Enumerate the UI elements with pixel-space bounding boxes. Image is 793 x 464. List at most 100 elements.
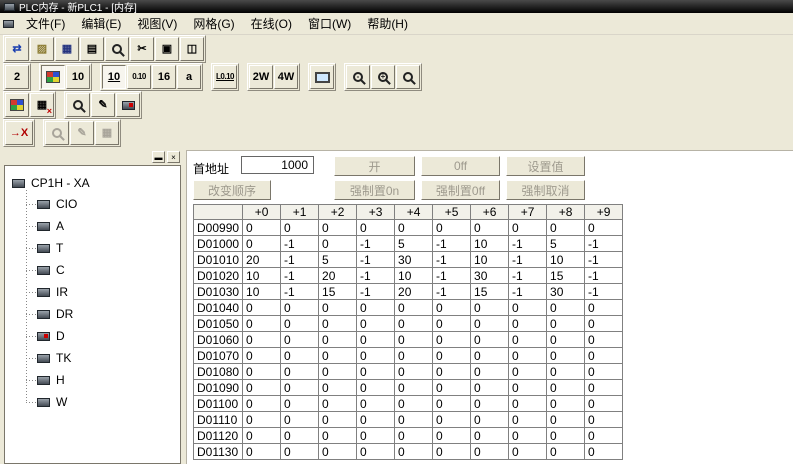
text-display-button[interactable]: a (177, 65, 201, 89)
cell[interactable]: 0 (319, 332, 357, 348)
cell[interactable]: 0 (243, 428, 281, 444)
cell[interactable]: 0 (319, 364, 357, 380)
cell[interactable]: -1 (509, 236, 547, 252)
monitor-grid-button[interactable] (41, 65, 65, 89)
cell[interactable]: 0 (585, 316, 623, 332)
cell[interactable]: -1 (433, 268, 471, 284)
force-on-button[interactable]: 强制置0n (334, 180, 415, 200)
cell[interactable]: 0 (395, 332, 433, 348)
zoom-in-button[interactable]: + (371, 65, 395, 89)
cell[interactable]: 10 (471, 252, 509, 268)
cell[interactable]: 0 (433, 444, 471, 460)
cell[interactable]: 0 (357, 316, 395, 332)
cell[interactable]: 0 (357, 412, 395, 428)
cell[interactable]: 0 (281, 364, 319, 380)
cell[interactable]: 0 (357, 380, 395, 396)
cell[interactable]: 0 (585, 220, 623, 236)
cell[interactable]: 0 (319, 412, 357, 428)
tree-item-d[interactable]: D (21, 325, 178, 347)
cell[interactable]: -1 (281, 252, 319, 268)
cell[interactable]: 10 (395, 268, 433, 284)
zoom-out-button[interactable]: - (346, 65, 370, 89)
cell[interactable]: 0 (585, 412, 623, 428)
cell[interactable]: 0 (433, 380, 471, 396)
cell[interactable]: 0 (509, 412, 547, 428)
cell[interactable]: 0 (547, 332, 585, 348)
menu-window[interactable]: 窗口(W) (300, 12, 359, 35)
menu-online[interactable]: 在线(O) (243, 12, 300, 35)
copy-button[interactable]: ▣ (155, 37, 179, 61)
print-preview-button[interactable] (105, 37, 129, 61)
save-button[interactable]: ▦ (55, 37, 79, 61)
cell[interactable]: 10 (547, 252, 585, 268)
cell[interactable]: 15 (471, 284, 509, 300)
cell[interactable]: 0 (319, 300, 357, 316)
cell[interactable]: 0 (585, 332, 623, 348)
cell[interactable]: 15 (547, 268, 585, 284)
fixed-decimal-button[interactable]: 0.10 (127, 65, 151, 89)
cell[interactable]: 0 (395, 300, 433, 316)
cell[interactable]: 0 (395, 348, 433, 364)
cell[interactable]: 0 (509, 332, 547, 348)
cell[interactable]: 0 (281, 348, 319, 364)
cell[interactable]: 0 (281, 316, 319, 332)
cell[interactable]: 0 (471, 300, 509, 316)
cell[interactable]: 0 (395, 412, 433, 428)
cell[interactable]: -1 (281, 284, 319, 300)
tree-item-ir[interactable]: IR (21, 281, 178, 303)
cell[interactable]: 0 (471, 380, 509, 396)
tree-item-cio[interactable]: CIO (21, 193, 178, 215)
tree-item-dr[interactable]: DR (21, 303, 178, 325)
cell[interactable]: 0 (243, 412, 281, 428)
cell[interactable]: 0 (471, 316, 509, 332)
cell[interactable]: 0 (319, 236, 357, 252)
cell[interactable]: 0 (547, 316, 585, 332)
cell[interactable]: 0 (547, 396, 585, 412)
cell[interactable]: 10 (471, 236, 509, 252)
cell[interactable]: 0 (471, 332, 509, 348)
cell[interactable]: 0 (357, 444, 395, 460)
hex-display-button[interactable]: 16 (152, 65, 176, 89)
cut-button[interactable]: ✂ (130, 37, 154, 61)
on-button[interactable]: 开 (334, 156, 415, 176)
cell[interactable]: 0 (585, 428, 623, 444)
cell[interactable]: 0 (243, 332, 281, 348)
cell[interactable]: -1 (357, 284, 395, 300)
cell[interactable]: 0 (509, 316, 547, 332)
tree-item-w[interactable]: W (21, 391, 178, 413)
cell[interactable]: 0 (509, 364, 547, 380)
cell[interactable]: 0 (433, 316, 471, 332)
force-off-button[interactable]: 强制置0ff (421, 180, 500, 200)
cell[interactable]: 0 (395, 316, 433, 332)
cell[interactable]: 0 (547, 380, 585, 396)
cell[interactable]: -1 (357, 252, 395, 268)
tree-item-c[interactable]: C (21, 259, 178, 281)
cell[interactable]: 0 (395, 380, 433, 396)
cell[interactable]: 10 (243, 284, 281, 300)
cell[interactable]: 0 (357, 300, 395, 316)
view-disabled-button[interactable] (45, 121, 69, 145)
cell[interactable]: 0 (471, 220, 509, 236)
cell[interactable]: 0 (281, 412, 319, 428)
cell[interactable]: 0 (319, 220, 357, 236)
cell[interactable]: -1 (433, 284, 471, 300)
cell[interactable]: 0 (395, 444, 433, 460)
cell[interactable]: 0 (319, 316, 357, 332)
cell[interactable]: 0 (357, 396, 395, 412)
cell[interactable]: -1 (509, 284, 547, 300)
set-value-button[interactable]: 设置值 (506, 156, 585, 176)
monitor-clear-button[interactable]: ▦× (30, 93, 54, 117)
edit-disabled-button[interactable]: ✎ (70, 121, 94, 145)
cell[interactable]: -1 (281, 268, 319, 284)
cell[interactable]: 0 (547, 428, 585, 444)
cell[interactable]: 0 (243, 444, 281, 460)
force-status-button[interactable] (116, 93, 140, 117)
force-cancel-button[interactable]: 强制取消 (506, 180, 585, 200)
cell[interactable]: -1 (281, 236, 319, 252)
cell[interactable]: 0 (509, 428, 547, 444)
cell[interactable]: 15 (319, 284, 357, 300)
cell[interactable]: -1 (357, 236, 395, 252)
cell[interactable]: 0 (585, 348, 623, 364)
cell[interactable]: 0 (509, 396, 547, 412)
clear-force-button[interactable]: →X (5, 121, 33, 145)
